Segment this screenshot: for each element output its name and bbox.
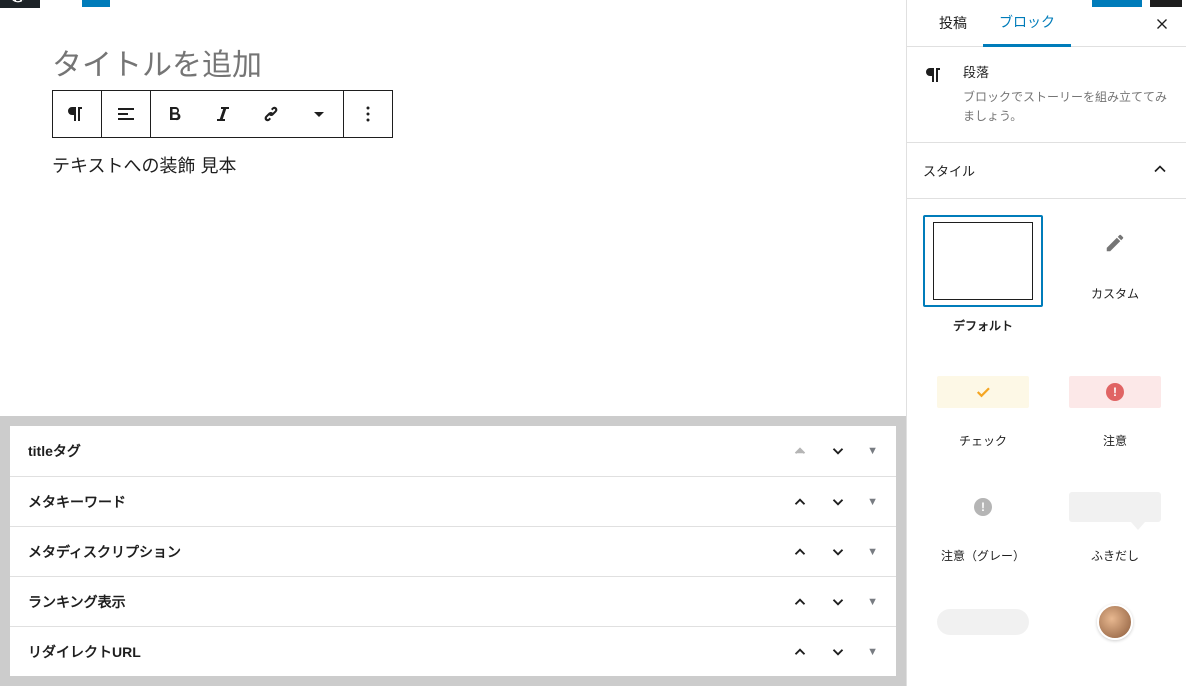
toggle-triangle-icon[interactable]: ▼ [867,496,878,508]
style-label: カスタム [1091,285,1139,302]
block-name: 段落 [963,63,1170,84]
paragraph-block-icon[interactable] [53,91,101,137]
meta-box-title: ランキング表示 [28,592,126,612]
move-down-icon[interactable] [829,493,847,511]
chevron-up-icon [1150,159,1170,182]
block-toolbar [52,90,393,138]
meta-box-row[interactable]: titleタグ ▼ [10,426,896,476]
toggle-triangle-icon[interactable]: ▼ [867,646,878,658]
settings-sidebar: 投稿 ブロック 段落 ブロックでストーリーを組み立ててみましょう。 スタイル デ… [906,0,1186,686]
meta-box-title: メタキーワード [28,492,126,512]
block-description: 段落 ブロックでストーリーを組み立ててみましょう。 [907,47,1186,143]
editor-column: タイトルを追加 [0,0,906,686]
style-option-avatar[interactable] [1055,592,1175,652]
move-up-icon[interactable] [791,593,809,611]
paragraph-icon [923,63,947,87]
style-option-default[interactable]: デフォルト [923,215,1043,334]
meta-box-row[interactable]: リダイレクトURL ▼ [10,626,896,676]
post-title-input[interactable]: タイトルを追加 [52,40,852,84]
bold-button[interactable] [151,91,199,137]
pencil-icon [1104,232,1126,259]
styles-panel-toggle[interactable]: スタイル [907,143,1186,199]
link-button[interactable] [247,91,295,137]
meta-box-row[interactable]: ランキング表示 ▼ [10,576,896,626]
avatar-icon [1097,604,1133,640]
paragraph-block-text[interactable]: テキストへの装飾 見本 [52,152,852,178]
move-down-icon[interactable] [829,643,847,661]
exclamation-icon: ! [974,498,992,516]
style-label: 注意 [1103,432,1127,449]
close-sidebar-button[interactable] [1150,12,1174,36]
more-formatting-button[interactable] [295,91,343,137]
move-up-icon[interactable] [791,643,809,661]
meta-boxes-area: titleタグ ▼ メタキーワード ▼ メタディ [0,416,906,686]
toggle-triangle-icon[interactable]: ▼ [867,596,878,608]
meta-box-title: titleタグ [28,441,81,461]
tab-post[interactable]: 投稿 [923,0,983,47]
block-styles-grid: デフォルト カスタム チェック ! 注意 ! 注意（グレー） ふきだし [907,199,1186,668]
style-option-notice[interactable]: ! 注意 [1055,362,1175,449]
italic-button[interactable] [199,91,247,137]
style-option-speech[interactable]: ふきだし [1055,477,1175,564]
style-label: チェック [959,432,1007,449]
toggle-triangle-icon[interactable]: ▼ [867,546,878,558]
style-label: デフォルト [953,317,1013,334]
style-option-notice-gray[interactable]: ! 注意（グレー） [923,477,1043,564]
exclamation-icon: ! [1106,383,1124,401]
style-option-check[interactable]: チェック [923,362,1043,449]
move-down-icon[interactable] [829,593,847,611]
tab-block[interactable]: ブロック [983,0,1071,47]
block-options-button[interactable] [344,91,392,137]
styles-panel-title: スタイル [923,161,975,180]
meta-box-row[interactable]: メタディスクリプション ▼ [10,526,896,576]
move-down-icon[interactable] [829,543,847,561]
toggle-triangle-icon[interactable]: ▼ [867,445,878,457]
move-down-icon[interactable] [829,442,847,460]
meta-box-title: リダイレクトURL [28,642,141,662]
style-label: 注意（グレー） [941,547,1025,564]
move-up-icon[interactable] [791,543,809,561]
meta-box-row[interactable]: メタキーワード ▼ [10,476,896,526]
style-label: ふきだし [1091,547,1139,564]
move-up-icon [791,442,809,460]
meta-box-title: メタディスクリプション [28,542,181,562]
style-option-plain[interactable] [923,592,1043,652]
block-desc-text: ブロックでストーリーを組み立ててみましょう。 [963,88,1170,126]
move-up-icon[interactable] [791,493,809,511]
style-option-custom[interactable]: カスタム [1055,215,1175,334]
align-button[interactable] [102,91,150,137]
